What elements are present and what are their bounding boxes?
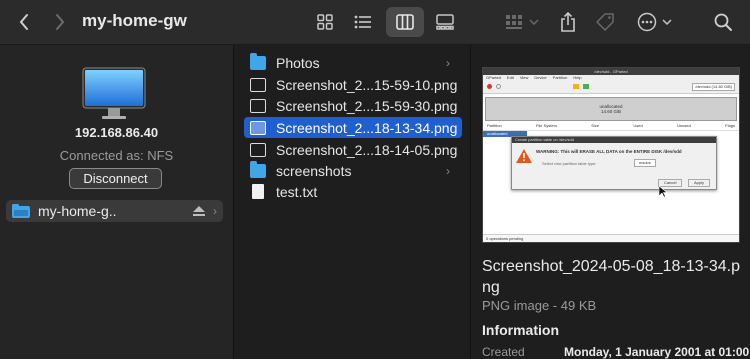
chevron-right-icon: ›	[446, 163, 450, 178]
list-item-screenshot-1[interactable]: Screenshot_2...15-59-10.png	[244, 74, 462, 95]
list-item-screenshot-4[interactable]: Screenshot_2...18-14-05.png	[244, 139, 462, 160]
chevron-right-icon: ›	[213, 204, 217, 218]
preview-filename: Screenshot_2024-05-08_18-13-34.png	[482, 258, 740, 296]
list-view-button[interactable]	[348, 7, 378, 37]
image-file-icon	[250, 143, 266, 157]
toolbar: my-home-gw	[0, 0, 750, 45]
gparted-dialog: Create partition table on /dev/sdd WARNI…	[511, 136, 717, 190]
back-button[interactable]	[12, 7, 36, 37]
tag-button[interactable]	[592, 7, 618, 37]
list-item-label: Photos	[276, 54, 320, 71]
sidebar-item-server[interactable]: my-home-g.. ›	[6, 200, 223, 222]
gparted-toolbar: /dev/sdd (14.60 GiB)	[483, 81, 739, 94]
preview-kind: PNG image - 49 KB	[482, 298, 597, 313]
gparted-disk-map: unallocated 14.60 GiB	[485, 97, 737, 121]
gallery-view-button[interactable]	[430, 7, 460, 37]
monitor-icon	[82, 67, 146, 119]
chevron-right-icon: ›	[446, 55, 450, 70]
list-item-label: Screenshot_2...15-59-10.png	[276, 76, 458, 93]
chevron-down-icon	[529, 19, 539, 26]
search-button[interactable]	[710, 7, 736, 37]
list-item-label: Screenshot_2...18-13-34.png	[276, 119, 458, 136]
preview-thumbnail[interactable]: /dev/sdd - GParted GParted Edit View Device…	[482, 67, 740, 243]
tag-icon	[596, 13, 614, 31]
folder-icon	[250, 52, 266, 70]
disconnect-button[interactable]: Disconnect	[69, 168, 162, 189]
preview-column: /dev/sdd - GParted GParted Edit View Device…	[471, 45, 750, 359]
icon-view-button[interactable]	[310, 7, 340, 37]
forward-button[interactable]	[48, 7, 72, 37]
list-item-screenshot-3-selected[interactable]: Screenshot_2...18-13-34.png	[244, 117, 462, 138]
text-file-icon	[252, 184, 264, 199]
server-address: 192.168.86.40	[74, 125, 159, 140]
list-item-test-txt[interactable]: test.txt	[244, 181, 462, 202]
server-column: 192.168.86.40 Connected as: NFS Disconne…	[0, 45, 233, 359]
list-item-screenshots[interactable]: screenshots ›	[244, 160, 462, 181]
list-item-label: Screenshot_2...15-59-30.png	[276, 97, 458, 114]
server-folder-icon	[12, 204, 30, 218]
mouse-cursor-icon	[659, 186, 667, 198]
column-view-icon	[396, 14, 414, 30]
share-button[interactable]	[556, 7, 580, 37]
gallery-view-icon	[436, 14, 454, 30]
chevron-right-icon	[56, 14, 65, 30]
list-item-label: Screenshot_2...18-14-05.png	[276, 141, 458, 158]
gparted-titlebar: /dev/sdd - GParted	[483, 68, 739, 75]
image-file-icon	[250, 78, 266, 92]
ellipsis-circle-icon	[637, 12, 656, 32]
connection-status: Connected as: NFS	[59, 148, 174, 163]
list-item-screenshot-2[interactable]: Screenshot_2...15-59-30.png	[244, 95, 462, 116]
chevron-down-icon	[661, 19, 672, 26]
information-heading: Information	[482, 322, 559, 338]
gparted-columns: Partition File System Size Used Unused Flags	[483, 121, 739, 131]
share-icon	[561, 12, 575, 32]
list-item-label: screenshots	[276, 162, 352, 179]
more-actions-button[interactable]	[634, 7, 674, 37]
file-list-column: Photos › Screenshot_2...15-59-10.png Scr…	[234, 45, 470, 359]
list-view-icon	[354, 15, 371, 29]
sidebar-item-label: my-home-g..	[38, 203, 117, 219]
search-icon	[714, 13, 732, 31]
group-button[interactable]	[502, 7, 542, 37]
grid-view-icon	[317, 14, 333, 30]
gparted-statusbar: 0 operations pending	[483, 234, 739, 242]
eject-icon[interactable]	[193, 206, 205, 216]
image-file-icon	[250, 99, 266, 113]
column-view-button[interactable]	[386, 7, 424, 37]
list-item-label: test.txt	[276, 183, 318, 200]
window-title: my-home-gw	[82, 11, 187, 30]
created-value: Monday, 1 January 2001 at 01:00	[564, 345, 750, 359]
folder-icon	[250, 160, 266, 178]
created-label: Created	[482, 345, 525, 359]
chevron-left-icon	[19, 14, 28, 30]
list-item-photos[interactable]: Photos ›	[244, 52, 462, 73]
image-file-icon	[250, 121, 266, 135]
group-icon	[506, 15, 522, 29]
